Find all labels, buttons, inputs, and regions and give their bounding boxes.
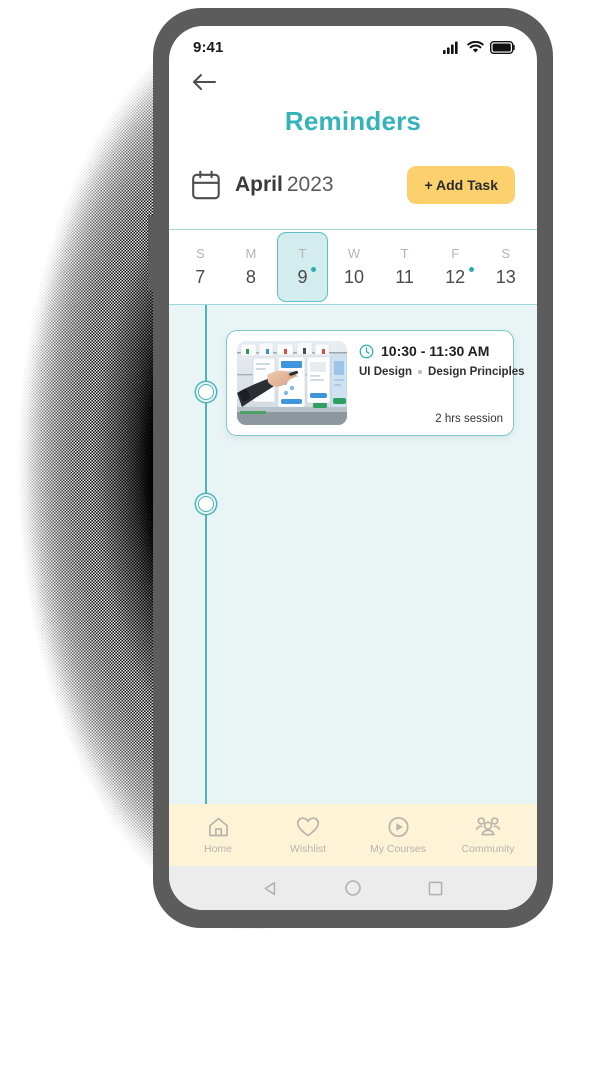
page-title: Reminders [284, 106, 422, 136]
add-task-button[interactable]: + Add Task [407, 166, 515, 204]
day-cell-8[interactable]: M 8 [227, 232, 276, 302]
back-row [191, 62, 515, 102]
clock-icon [359, 344, 374, 358]
day-letter: F [451, 246, 460, 261]
status-bar-time: 9:41 [193, 38, 224, 56]
day-letter: S [501, 246, 511, 261]
day-number-wrap: 13 [496, 268, 516, 287]
battery-icon [490, 40, 515, 54]
day-cell-12[interactable]: F 12 [431, 232, 480, 302]
app-header: Reminders April 2023 + Add Task [169, 62, 537, 207]
nav-item-community[interactable]: Community [443, 816, 533, 855]
nav-item-my-courses[interactable]: My Courses [353, 816, 443, 855]
day-cell-11[interactable]: T 11 [380, 232, 429, 302]
bottom-navigation-bar: Home Wishlist My Courses Community [169, 804, 537, 866]
week-day-selector: S 7 M 8 T 9 W 10 T 11 F 12 S 13 [169, 229, 537, 305]
task-subject-row: UI Design Design Principles [359, 366, 525, 378]
phone-screen: 9:41 Reminders April 2023 + Add Task S 7… [169, 26, 537, 910]
month-row: April 2023 + Add Task [191, 163, 515, 207]
nav-item-wishlist[interactable]: Wishlist [263, 816, 353, 855]
heart-icon [296, 816, 320, 836]
play-circle-icon [387, 816, 409, 837]
ui-wireframes-whiteboard-photo [237, 341, 347, 425]
phone-side-button[interactable] [148, 215, 154, 290]
status-bar-icons [443, 40, 515, 54]
nav-label-home: Home [203, 842, 232, 855]
nav-label-community: Community [461, 842, 515, 855]
nav-label-my-courses: My Courses [369, 842, 426, 855]
home-icon [208, 817, 228, 836]
day-number: 10 [344, 267, 365, 287]
timeline-body: 10:30 - 11:30 AM UI Design Design Princi… [169, 305, 537, 804]
timeline-node-marker[interactable] [198, 384, 214, 400]
task-topic: Design Principles [428, 366, 525, 378]
nav-item-home[interactable]: Home [173, 816, 263, 855]
task-time-row: 10:30 - 11:30 AM [359, 343, 503, 359]
community-people-icon [475, 816, 501, 835]
timeline-vertical-line [205, 305, 207, 804]
cellular-signal-icon [443, 41, 458, 54]
day-letter: S [195, 246, 205, 261]
task-time-range: 10:30 - 11:30 AM [381, 343, 490, 359]
day-cell-7[interactable]: S 7 [176, 232, 225, 302]
day-number-wrap: 12 [445, 267, 475, 287]
day-letter: T [298, 246, 307, 261]
task-subject: UI Design [359, 366, 413, 378]
day-number: 12 [445, 267, 466, 287]
wifi-icon [467, 40, 484, 53]
task-duration: 2 hrs session [435, 413, 503, 425]
day-number: 13 [495, 267, 516, 287]
day-cell-9-selected[interactable]: T 9 [277, 232, 328, 302]
day-number-wrap: 10 [344, 268, 364, 287]
day-event-dot-icon [311, 267, 317, 272]
day-letter: W [347, 246, 361, 261]
task-thumbnail [237, 341, 347, 425]
day-event-dot-icon [469, 267, 475, 272]
month-year: 2023 [286, 173, 334, 196]
android-home-circle-icon[interactable] [344, 879, 362, 897]
day-letter: M [245, 246, 257, 261]
day-number: 9 [297, 267, 308, 287]
task-card[interactable]: 10:30 - 11:30 AM UI Design Design Princi… [226, 330, 525, 436]
nav-label-wishlist: Wishlist [289, 842, 327, 855]
day-number: 11 [395, 267, 414, 287]
phone-frame: 9:41 Reminders April 2023 + Add Task S 7… [148, 8, 553, 928]
day-cell-13[interactable]: S 13 [481, 232, 530, 302]
day-cell-10[interactable]: W 10 [330, 232, 379, 302]
separator-dot-icon [418, 370, 423, 374]
day-number-wrap: 9 [297, 267, 317, 287]
android-back-triangle-icon[interactable] [262, 880, 279, 897]
day-number: 8 [245, 267, 256, 287]
task-card-info: 10:30 - 11:30 AM UI Design Design Princi… [359, 341, 525, 425]
status-bar: 9:41 [169, 26, 537, 62]
day-number: 7 [195, 267, 206, 287]
month-label: April 2023 [235, 173, 334, 197]
timeline-node-marker[interactable] [198, 496, 214, 512]
android-recents-square-icon[interactable] [427, 880, 444, 897]
calendar-icon[interactable] [191, 170, 221, 201]
android-system-navigation [169, 866, 537, 910]
day-letter: T [400, 246, 409, 261]
day-number-wrap: 11 [395, 268, 414, 287]
day-number-wrap: 7 [195, 268, 205, 287]
back-arrow-icon[interactable] [191, 72, 217, 92]
day-number-wrap: 8 [246, 268, 256, 287]
month-name: April [235, 173, 283, 196]
